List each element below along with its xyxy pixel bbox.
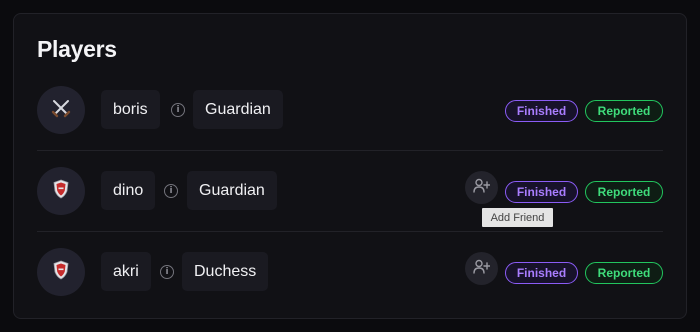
shield-icon bbox=[52, 260, 70, 285]
row-divider bbox=[37, 231, 663, 232]
players-panel: Players boris i Guardian Finished Report… bbox=[13, 13, 687, 319]
crossed-swords-icon bbox=[51, 98, 71, 123]
player-name[interactable]: boris bbox=[101, 90, 160, 129]
player-avatar[interactable] bbox=[37, 248, 85, 296]
status-badge-reported: Reported bbox=[585, 100, 663, 122]
player-row: boris i Guardian Finished Reported bbox=[14, 71, 686, 151]
player-role[interactable]: Duchess bbox=[182, 252, 269, 291]
add-friend-tooltip: Add Friend bbox=[482, 208, 553, 227]
add-user-icon bbox=[473, 259, 491, 279]
player-row: dino i Guardian Finished Reported bbox=[14, 152, 686, 232]
add-friend-button[interactable] bbox=[465, 252, 498, 285]
player-name[interactable]: akri bbox=[101, 252, 151, 291]
row-divider bbox=[37, 150, 663, 151]
info-icon[interactable]: i bbox=[164, 184, 178, 198]
status-badge-reported: Reported bbox=[585, 262, 663, 284]
player-row: akri i Duchess Finished Reported bbox=[14, 233, 686, 313]
status-badge-finished: Finished bbox=[505, 262, 578, 284]
info-icon[interactable]: i bbox=[160, 265, 174, 279]
add-friend-button[interactable] bbox=[465, 171, 498, 204]
info-icon[interactable]: i bbox=[171, 103, 185, 117]
player-avatar[interactable] bbox=[37, 86, 85, 134]
status-badge-finished: Finished bbox=[505, 181, 578, 203]
add-user-icon bbox=[473, 178, 491, 198]
status-badge-finished: Finished bbox=[505, 100, 578, 122]
player-avatar[interactable] bbox=[37, 167, 85, 215]
panel-title: Players bbox=[37, 36, 117, 62]
player-role[interactable]: Guardian bbox=[187, 171, 277, 210]
status-badge-reported: Reported bbox=[585, 181, 663, 203]
shield-icon bbox=[52, 179, 70, 204]
player-role[interactable]: Guardian bbox=[193, 90, 283, 129]
player-name[interactable]: dino bbox=[101, 171, 156, 210]
